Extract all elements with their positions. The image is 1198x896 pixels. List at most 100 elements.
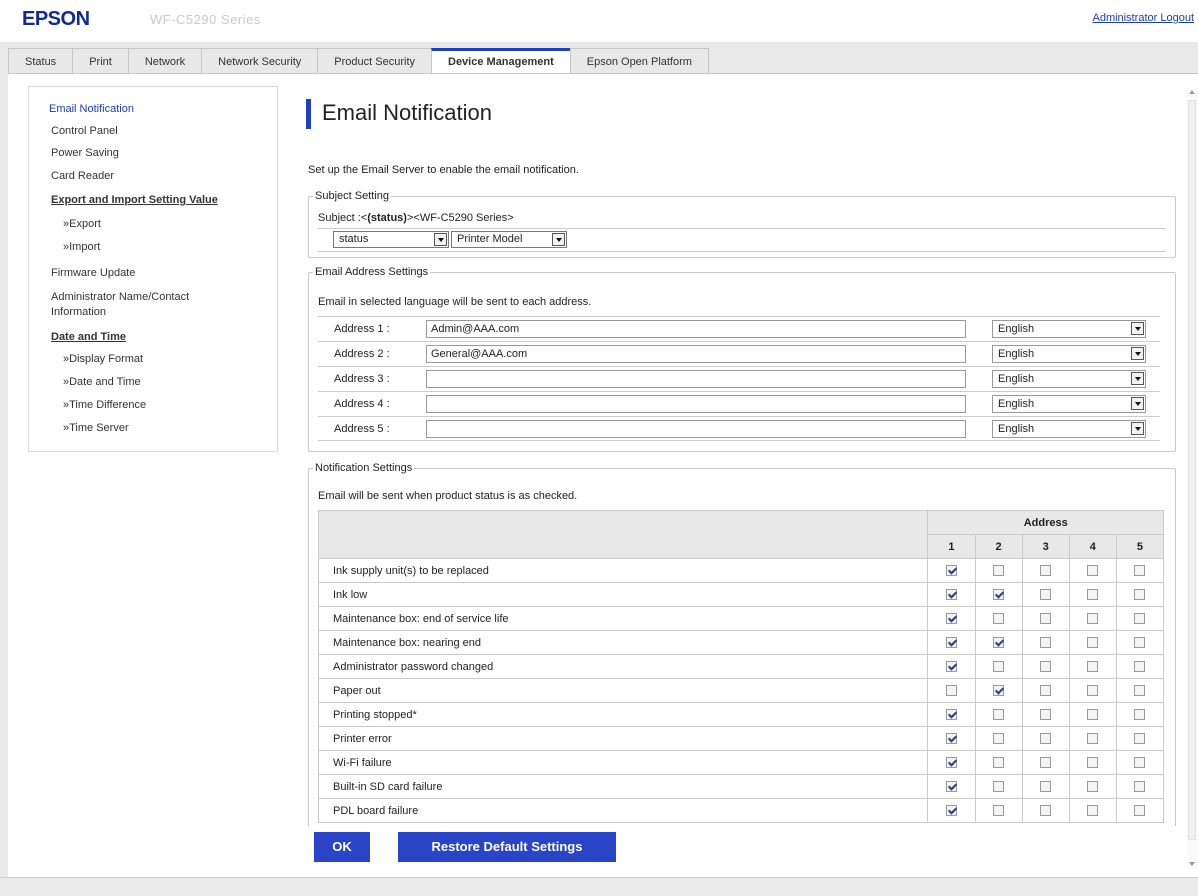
address-3-language-select[interactable]: English [992,370,1146,388]
sidebar-item-email-notification[interactable]: Email Notification [49,103,134,115]
notify-checkbox[interactable] [945,685,957,697]
notify-checkbox[interactable] [1040,757,1052,769]
notify-checkbox[interactable] [993,709,1005,721]
notify-checkbox[interactable] [993,757,1005,769]
scroll-down-icon[interactable] [1189,862,1195,866]
sidebar-item-administrator-name-contact[interactable]: Administrator Name/Contact [51,291,189,303]
administrator-logout-link[interactable]: Administrator Logout [1093,12,1195,24]
notify-checkbox[interactable] [1040,637,1052,649]
notify-checkbox[interactable] [1087,565,1099,577]
notify-checkbox[interactable] [1087,637,1099,649]
page-scrollbar[interactable] [1186,88,1198,868]
notify-checkbox[interactable] [945,589,957,601]
notify-checkbox[interactable] [945,565,957,577]
sidebar-item-import[interactable]: »Import [63,241,100,253]
notify-checkbox[interactable] [993,637,1005,649]
notify-checkbox[interactable] [1134,685,1146,697]
address-2-input[interactable]: General@AAA.com [426,345,966,363]
notify-checkbox[interactable] [1134,661,1146,673]
subject-field1-select[interactable]: status [333,231,449,248]
notify-checkbox[interactable] [945,805,957,817]
notify-checkbox[interactable] [1087,733,1099,745]
address-5-language-select[interactable]: English [992,420,1146,438]
notify-checkbox[interactable] [1134,589,1146,601]
notify-checkbox[interactable] [1134,613,1146,625]
notify-checkbox[interactable] [1087,757,1099,769]
notify-checkbox[interactable] [1087,685,1099,697]
sidebar-item-export-and-import-setting-value[interactable]: Export and Import Setting Value [51,194,218,206]
notify-checkbox[interactable] [993,685,1005,697]
notify-checkbox[interactable] [1040,685,1052,697]
notify-checkbox[interactable] [1040,613,1052,625]
notify-checkbox[interactable] [945,661,957,673]
tab-network[interactable]: Network [127,48,203,74]
notify-checkbox[interactable] [1040,781,1052,793]
sidebar-item-date-and-time[interactable]: Date and Time [51,331,126,343]
sidebar-item-time-difference[interactable]: »Time Difference [63,399,146,411]
subject-field2-select[interactable]: Printer Model [451,231,567,248]
notify-checkbox[interactable] [993,565,1005,577]
sidebar-item-export[interactable]: »Export [63,218,101,230]
notify-checkbox[interactable] [1087,613,1099,625]
checkbox-cell [1115,798,1165,823]
sidebar-item-date-and-time[interactable]: »Date and Time [63,376,141,388]
notify-checkbox[interactable] [993,613,1005,625]
address-4-language-select[interactable]: English [992,395,1146,413]
notify-checkbox[interactable] [993,733,1005,745]
notify-checkbox[interactable] [1040,661,1052,673]
notify-checkbox[interactable] [1134,757,1146,769]
scroll-up-icon[interactable] [1189,90,1195,94]
address-1-input[interactable]: Admin@AAA.com [426,320,966,338]
sidebar-item-power-saving[interactable]: Power Saving [51,147,119,159]
restore-default-settings-button[interactable]: Restore Default Settings [398,832,616,862]
notify-checkbox[interactable] [1134,733,1146,745]
tab-network-security[interactable]: Network Security [201,48,319,74]
address-2-language-select[interactable]: English [992,345,1146,363]
tab-print[interactable]: Print [72,48,129,74]
notify-checkbox[interactable] [945,709,957,721]
checkbox-cell [1068,630,1117,655]
address-5-input[interactable] [426,420,966,438]
notify-checkbox[interactable] [1040,709,1052,721]
notify-checkbox[interactable] [1087,589,1099,601]
notify-checkbox[interactable] [993,661,1005,673]
address-3-input[interactable] [426,370,966,388]
notify-checkbox[interactable] [1134,637,1146,649]
notify-checkbox[interactable] [993,781,1005,793]
sidebar-item-information[interactable]: Information [51,306,106,318]
checkbox-cell [1021,678,1070,703]
notify-checkbox[interactable] [993,589,1005,601]
notify-checkbox[interactable] [945,781,957,793]
tab-status[interactable]: Status [8,48,74,74]
notify-checkbox[interactable] [945,613,957,625]
notify-checkbox[interactable] [945,733,957,745]
tab-product-security[interactable]: Product Security [317,48,432,74]
notify-checkbox[interactable] [1040,589,1052,601]
notify-checkbox[interactable] [1040,733,1052,745]
notify-checkbox[interactable] [1087,709,1099,721]
notify-checkbox[interactable] [1134,781,1146,793]
tab-epson-open-platform[interactable]: Epson Open Platform [569,48,709,74]
ok-button[interactable]: OK [314,832,370,862]
sidebar-item-firmware-update[interactable]: Firmware Update [51,267,135,279]
notify-checkbox[interactable] [1087,805,1099,817]
notify-checkbox[interactable] [945,637,957,649]
notification-label: Maintenance box: nearing end [317,630,929,655]
notify-checkbox[interactable] [1134,805,1146,817]
notify-checkbox[interactable] [993,805,1005,817]
sidebar-item-time-server[interactable]: »Time Server [63,422,129,434]
sidebar-item-card-reader[interactable]: Card Reader [51,170,114,182]
notify-checkbox[interactable] [1087,661,1099,673]
notify-checkbox[interactable] [945,757,957,769]
address-1-language-select[interactable]: English [992,320,1146,338]
tab-device-management[interactable]: Device Management [431,48,571,74]
notify-checkbox[interactable] [1134,709,1146,721]
notify-checkbox[interactable] [1040,805,1052,817]
notify-checkbox[interactable] [1087,781,1099,793]
sidebar-item-control-panel[interactable]: Control Panel [51,125,118,137]
address-4-input[interactable] [426,395,966,413]
scrollbar-thumb[interactable] [1188,100,1196,840]
notify-checkbox[interactable] [1134,565,1146,577]
notify-checkbox[interactable] [1040,565,1052,577]
sidebar-item-display-format[interactable]: »Display Format [63,353,143,365]
